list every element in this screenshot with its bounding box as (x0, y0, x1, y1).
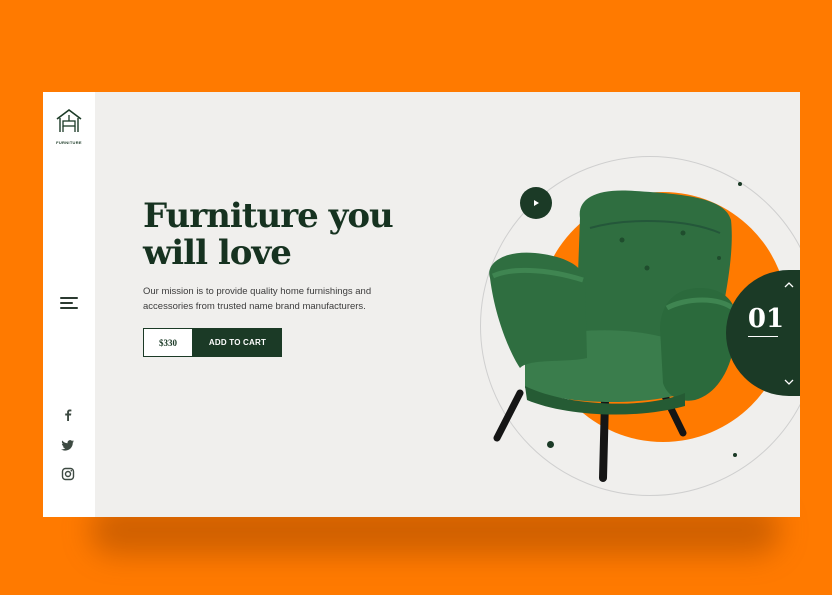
headline-line-2: will love (143, 233, 292, 273)
menu-icon-line (60, 302, 73, 304)
logo-text: FURNITURE (56, 140, 82, 145)
instagram-icon (61, 467, 75, 481)
menu-button[interactable] (60, 297, 78, 311)
armchair-image (489, 190, 735, 482)
play-icon (534, 200, 539, 206)
side-rail: FURNITURE (43, 92, 95, 517)
menu-icon-line (60, 297, 78, 299)
home-furniture-icon (56, 109, 82, 132)
headline-line-1: Furniture you (143, 196, 394, 236)
chevron-down-icon (784, 379, 794, 385)
slide-number: 01 (747, 304, 785, 334)
play-video-button[interactable] (520, 187, 552, 219)
facebook-icon (65, 409, 72, 421)
price-tag: $330 (143, 328, 193, 357)
twitter-icon (61, 440, 74, 451)
add-to-cart-button[interactable]: ADD TO CART (193, 328, 282, 357)
orbit-dot (738, 182, 742, 186)
menu-icon-line (60, 307, 78, 309)
twitter-link[interactable] (61, 438, 75, 452)
brand-logo[interactable]: FURNITURE (53, 108, 85, 145)
slide-prev-button[interactable] (781, 278, 797, 290)
slide-next-button[interactable] (781, 375, 797, 387)
hero-card: FURNITURE Furniture you will love Our mi… (43, 92, 800, 517)
hero-headline: Furniture you will love (143, 198, 443, 272)
chevron-up-icon (784, 282, 794, 288)
instagram-link[interactable] (61, 467, 75, 481)
facebook-link[interactable] (61, 408, 75, 422)
hero-description: Our mission is to provide quality home f… (143, 286, 372, 312)
slide-number-underline (748, 336, 778, 337)
